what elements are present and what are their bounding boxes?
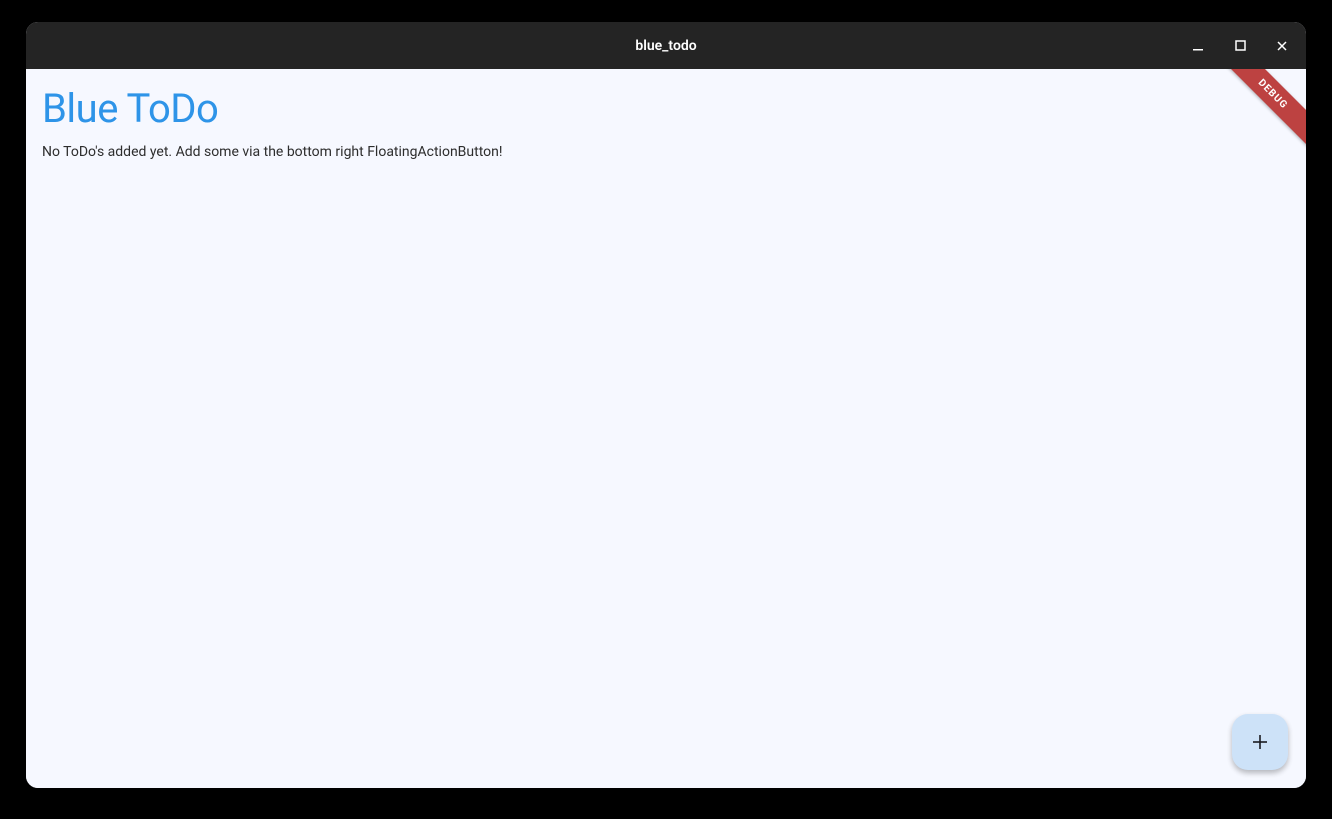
page-title: Blue ToDo — [42, 85, 1290, 132]
close-button[interactable] — [1270, 34, 1294, 58]
window-title: blue_todo — [635, 38, 696, 54]
minimize-button[interactable] — [1186, 34, 1210, 58]
empty-state-text: No ToDo's added yet. Add some via the bo… — [42, 144, 1290, 160]
maximize-button[interactable] — [1228, 34, 1252, 58]
app-body: Blue ToDo No ToDo's added yet. Add some … — [26, 69, 1306, 788]
app-window: blue_todo Blue ToDo No ToDo's added — [26, 22, 1306, 788]
close-icon — [1276, 40, 1288, 52]
minimize-icon — [1192, 40, 1204, 52]
titlebar: blue_todo — [26, 22, 1306, 69]
window-controls — [1186, 22, 1294, 69]
add-todo-button[interactable] — [1232, 714, 1288, 770]
maximize-icon — [1235, 40, 1246, 51]
plus-icon — [1248, 730, 1272, 754]
